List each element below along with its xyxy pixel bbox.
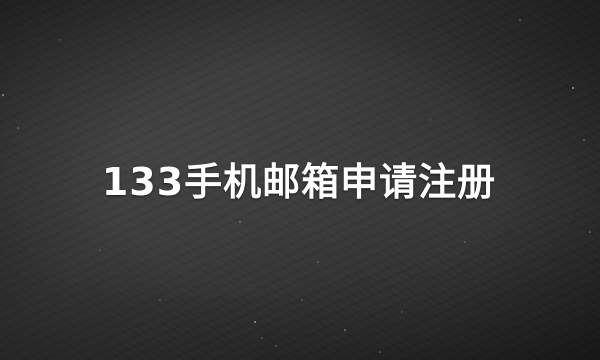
- sparkle-dot: [159, 299, 161, 301]
- sparkle-dot: [2, 94, 4, 96]
- sparkle-dot: [301, 299, 303, 301]
- sparkle-dot: [344, 329, 346, 331]
- title-banner: 133手机邮箱申请注册: [0, 0, 600, 360]
- sparkle-dot: [99, 249, 101, 251]
- sparkle-dot: [317, 261, 319, 263]
- sparkle-dot: [239, 221, 241, 223]
- sparkle-dot: [589, 231, 591, 233]
- sparkle-dot: [59, 39, 61, 41]
- sparkle-dot: [261, 337, 263, 339]
- sparkle-dot: [379, 351, 381, 353]
- sparkle-dot: [583, 139, 585, 141]
- sparkle-dot: [519, 19, 521, 21]
- sparkle-dot: [275, 345, 277, 347]
- sparkle-dot: [254, 321, 256, 323]
- sparkle-dot: [401, 311, 403, 313]
- sparkle-dot: [464, 241, 466, 243]
- sparkle-dot: [429, 119, 431, 121]
- page-title: 133手机邮箱申请注册: [101, 160, 497, 204]
- sparkle-dot: [572, 87, 574, 89]
- sparkle-dot: [17, 127, 19, 129]
